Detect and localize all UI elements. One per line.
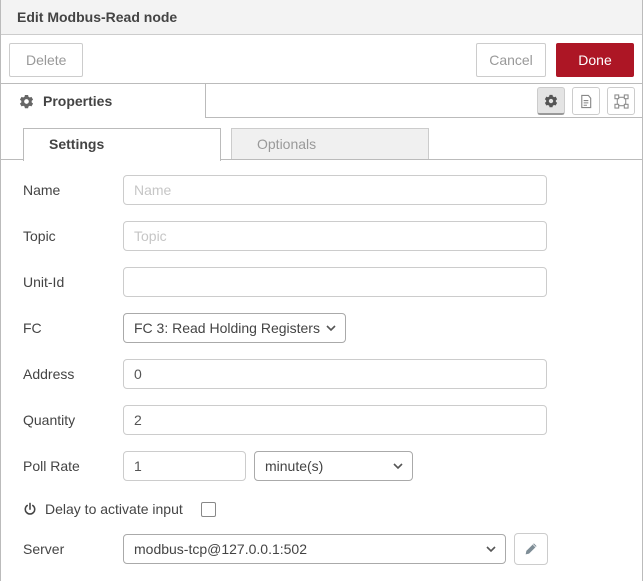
fc-select-value: FC 3: Read Holding Registers (134, 320, 320, 336)
poll-rate-label: Poll Rate (23, 458, 123, 474)
cancel-button[interactable]: Cancel (476, 43, 546, 77)
properties-gear-button[interactable] (537, 87, 565, 115)
unit-id-label: Unit-Id (23, 274, 123, 290)
document-icon (579, 94, 593, 109)
pencil-icon (524, 542, 538, 556)
editor-tab-icons (537, 87, 635, 115)
server-row: Server modbus-tcp@127.0.0.1:502 (23, 533, 547, 565)
appearance-icon (614, 94, 629, 109)
dialog-title: Edit Modbus-Read node (17, 9, 177, 25)
delay-row: Delay to activate input (23, 497, 642, 521)
name-row: Name (23, 175, 547, 205)
topic-input[interactable] (123, 221, 547, 251)
address-input[interactable] (123, 359, 547, 389)
edit-node-dialog: Edit Modbus-Read node Delete Cancel Done… (0, 0, 643, 581)
edit-server-button[interactable] (514, 533, 548, 565)
topic-label: Topic (23, 228, 123, 244)
quantity-label: Quantity (23, 412, 123, 428)
fc-label: FC (23, 320, 123, 336)
quantity-row: Quantity (23, 405, 547, 435)
server-select-value: modbus-tcp@127.0.0.1:502 (134, 541, 307, 557)
chevron-down-icon (326, 325, 336, 332)
name-input[interactable] (123, 175, 547, 205)
done-button[interactable]: Done (556, 43, 634, 77)
chevron-down-icon (393, 463, 403, 470)
unit-id-row: Unit-Id (23, 267, 547, 297)
address-label: Address (23, 366, 123, 382)
delay-label: Delay to activate input (45, 501, 183, 517)
poll-rate-input[interactable] (123, 451, 246, 481)
gear-icon (19, 94, 34, 109)
power-icon (23, 502, 37, 517)
name-label: Name (23, 182, 123, 198)
tab-properties-label: Properties (43, 93, 112, 109)
dialog-header: Edit Modbus-Read node (1, 0, 642, 35)
address-row: Address (23, 359, 547, 389)
dialog-button-bar: Delete Cancel Done (1, 35, 642, 84)
settings-tab-bar: Settings Optionals (1, 118, 642, 160)
server-select[interactable]: modbus-tcp@127.0.0.1:502 (123, 534, 506, 564)
topic-row: Topic (23, 221, 547, 251)
editor-tab-bar: Properties (1, 84, 642, 118)
delete-button[interactable]: Delete (9, 43, 83, 77)
poll-rate-unit-value: minute(s) (265, 458, 323, 474)
gear-icon (544, 94, 558, 108)
poll-rate-row: Poll Rate minute(s) (23, 451, 547, 481)
tab-settings[interactable]: Settings (23, 128, 221, 161)
quantity-input[interactable] (123, 405, 547, 435)
chevron-down-icon (486, 546, 496, 553)
fc-select[interactable]: FC 3: Read Holding Registers (123, 313, 346, 343)
unit-id-input[interactable] (123, 267, 547, 297)
tab-properties[interactable]: Properties (1, 84, 206, 118)
server-label: Server (23, 541, 123, 557)
fc-row: FC FC 3: Read Holding Registers (23, 313, 547, 343)
appearance-button[interactable] (607, 87, 635, 115)
delay-checkbox[interactable] (201, 502, 216, 517)
poll-rate-unit-select[interactable]: minute(s) (254, 451, 413, 481)
description-doc-button[interactable] (572, 87, 600, 115)
settings-form: Name Topic Unit-Id FC FC 3: Read Holding… (1, 160, 642, 565)
tab-optionals[interactable]: Optionals (231, 128, 429, 159)
